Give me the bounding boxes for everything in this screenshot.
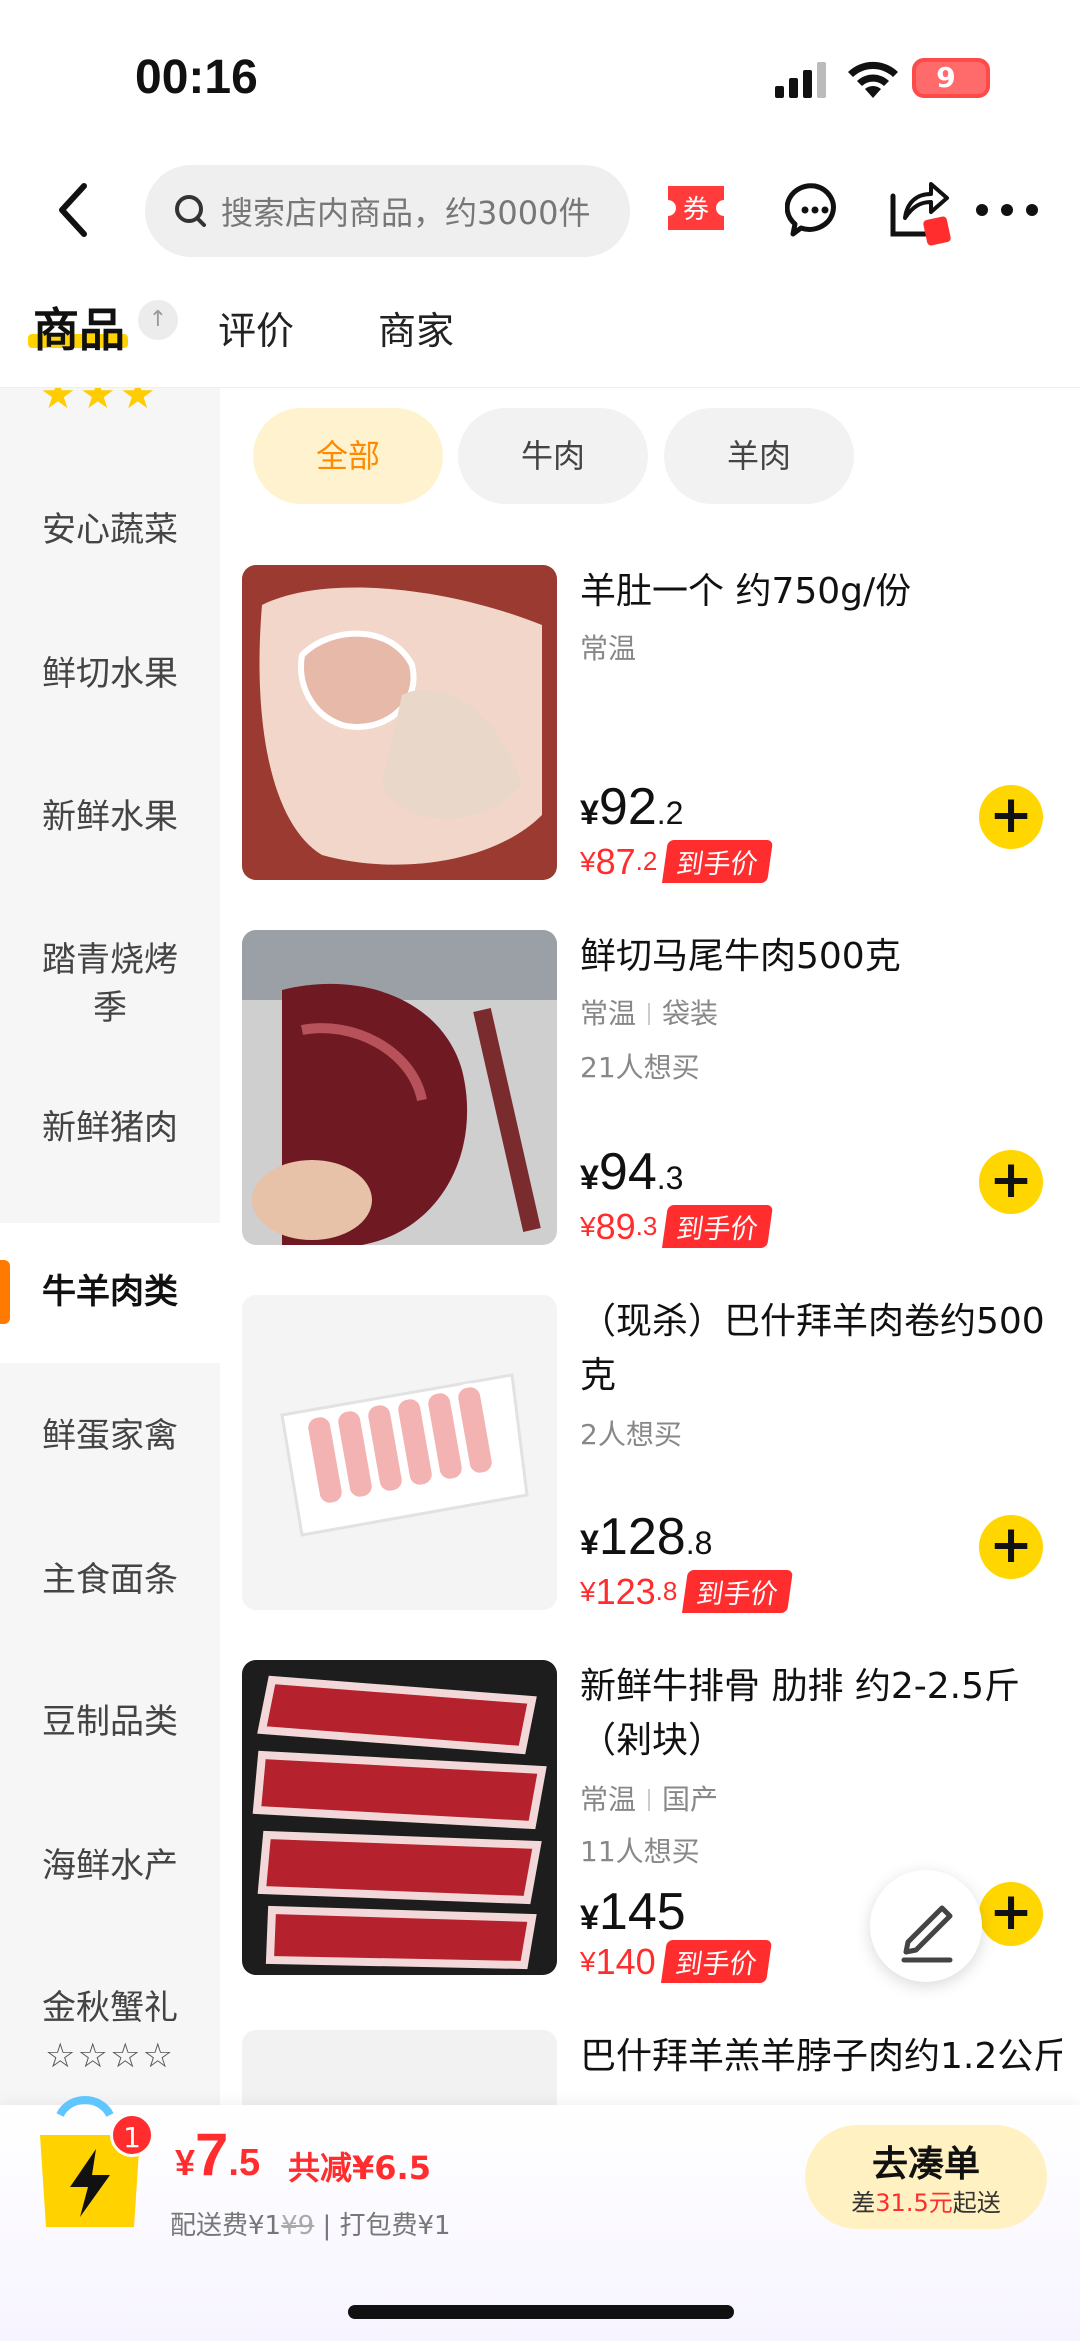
sidebar-item[interactable]: 鲜蛋家禽	[0, 1412, 220, 1460]
product-image[interactable]	[242, 1295, 557, 1610]
product-name: 鲜切马尾牛肉500克	[580, 936, 901, 977]
chat-icon[interactable]	[785, 180, 845, 240]
coupon-icon[interactable]: 券	[662, 180, 730, 238]
product-price: ¥145	[580, 1883, 686, 1941]
sidebar-item[interactable]: 踏青烧烤季	[0, 936, 220, 1032]
filter-chip-all[interactable]: 全部	[253, 408, 443, 504]
add-more-button[interactable]: 去凑单 差31.5元起送	[805, 2125, 1047, 2229]
final-price-badge: 到手价	[662, 1205, 774, 1248]
pencil-icon	[901, 1905, 953, 1963]
product-tag: 国产	[662, 1783, 719, 1816]
product-final-price: ¥89.3 到手价	[580, 1205, 774, 1248]
product-image[interactable]	[242, 2030, 557, 2105]
add-to-cart-button[interactable]: +	[979, 1882, 1043, 1946]
add-more-label: 去凑单	[871, 2144, 980, 2185]
product-card[interactable]: （现杀）巴什拜羊肉卷约500克 2人想买 ¥128.8 ¥123.8 到手价 +	[242, 1295, 1062, 1615]
stars-decoration-icon: ★★★	[40, 388, 160, 418]
product-tag: 袋装	[662, 997, 719, 1030]
share-icon[interactable]	[885, 178, 957, 248]
product-price: ¥92.2	[580, 778, 684, 836]
final-price-badge: 到手价	[682, 1570, 794, 1613]
product-image[interactable]	[242, 1660, 557, 1975]
product-card[interactable]: 羊肚一个 约750g/份 常温 ¥92.2 ¥87.2 到手价 +	[242, 565, 1062, 885]
wifi-icon	[848, 61, 898, 98]
product-card[interactable]: 巴什拜羊羔羊脖子肉约1.2公斤一个	[242, 2030, 1062, 2105]
product-want-count: 11人想买	[580, 1835, 700, 1868]
pin-top-icon[interactable]: ↑	[138, 300, 178, 340]
product-image[interactable]	[242, 565, 557, 880]
search-placeholder: 搜索店内商品，约3000件	[221, 194, 591, 232]
sidebar-item-label: 金秋蟹礼	[42, 1988, 178, 2028]
edit-button[interactable]	[870, 1870, 982, 1982]
sidebar-item-active[interactable]: 牛羊肉类	[0, 1268, 220, 1316]
stars-icon: ☆☆☆☆	[45, 2036, 175, 2076]
store-tabs: 商品 ↑ 评价 商家	[0, 270, 1080, 388]
packing-fee: 打包费¥1	[339, 2211, 451, 2241]
add-to-cart-button[interactable]: +	[979, 1515, 1043, 1579]
product-name: 新鲜牛排骨 肋排 约2-2.5斤（剁块）	[580, 1666, 1021, 1761]
sidebar-item[interactable]: 主食面条	[0, 1556, 220, 1604]
product-tags: 常温 袋装	[580, 992, 718, 1032]
product-final-price: ¥140 到手价	[580, 1940, 772, 1983]
product-tag: 常温	[580, 632, 637, 665]
tab-goods[interactable]: 商品	[33, 294, 125, 360]
status-bar: 00:16 9	[0, 0, 1080, 150]
delivery-fee-original: ¥9	[281, 2211, 315, 2241]
search-bar[interactable]: 搜索店内商品，约3000件	[145, 165, 630, 257]
product-name: 巴什拜羊羔羊脖子肉约1.2公斤一个	[580, 2036, 1062, 2077]
tab-merchant[interactable]: 商家	[378, 300, 454, 355]
more-icon[interactable]	[972, 195, 1042, 225]
final-price-badge: 到手价	[662, 840, 774, 883]
sidebar-item[interactable]: 金秋蟹礼 ☆☆☆☆	[0, 1984, 220, 2080]
sidebar-item[interactable]: 新鲜猪肉	[0, 1104, 220, 1152]
product-tags: 常温	[580, 627, 636, 667]
delivery-fee: 配送费¥1	[170, 2211, 282, 2241]
add-to-cart-button[interactable]: +	[979, 1150, 1043, 1214]
product-tag: 常温	[580, 1783, 637, 1816]
final-price-badge: 到手价	[660, 1940, 772, 1983]
product-tag: 常温	[580, 997, 637, 1030]
home-indicator	[348, 2305, 734, 2319]
sidebar-item[interactable]: 安心蔬菜	[0, 506, 220, 554]
product-want-count: 2人想买	[580, 1418, 682, 1451]
product-image[interactable]	[242, 930, 557, 1245]
tab-reviews[interactable]: 评价	[218, 300, 294, 355]
category-sidebar: ★★★ 安心蔬菜 鲜切水果 新鲜水果 踏青烧烤季 新鲜猪肉 牛羊肉类 鲜蛋家禽 …	[0, 388, 220, 2113]
signal-icon	[775, 62, 826, 98]
sidebar-item[interactable]: 鲜切水果	[0, 650, 220, 698]
status-time: 00:16	[135, 51, 258, 104]
battery-level: 9	[936, 61, 956, 94]
product-final-price: ¥123.8 到手价	[580, 1570, 794, 1613]
back-icon[interactable]	[52, 180, 96, 240]
product-price: ¥94.3	[580, 1143, 684, 1201]
cart-total-price: ¥7.5	[175, 2121, 261, 2188]
top-nav: 搜索店内商品，约3000件 券	[0, 150, 1080, 270]
filter-chip-beef[interactable]: 牛肉	[458, 408, 648, 504]
coupon-label: 券	[683, 195, 709, 225]
battery-icon: 9	[912, 58, 990, 98]
product-price: ¥128.8	[580, 1508, 713, 1566]
cart-count-badge: 1	[110, 2113, 154, 2157]
product-card[interactable]: 鲜切马尾牛肉500克 常温 袋装 21人想买 ¥94.3 ¥89.3 到手价 +	[242, 930, 1062, 1250]
search-icon	[175, 195, 206, 227]
product-name: 羊肚一个 约750g/份	[580, 571, 912, 612]
product-name: （现杀）巴什拜羊肉卷约500克	[580, 1301, 1045, 1396]
product-want-count: 21人想买	[580, 1051, 700, 1084]
sidebar-item[interactable]: 豆制品类	[0, 1698, 220, 1746]
cart-discount: 共减¥6.5	[288, 2149, 431, 2187]
cart-fees: 配送费¥1¥9 | 打包费¥1	[170, 2211, 451, 2241]
sidebar-item[interactable]: 海鲜水产	[0, 1842, 220, 1890]
sidebar-item[interactable]: 新鲜水果	[0, 793, 220, 841]
filter-chip-lamb[interactable]: 羊肉	[664, 408, 854, 504]
add-to-cart-button[interactable]: +	[979, 785, 1043, 849]
product-tags: 常温 国产	[580, 1778, 718, 1818]
min-order-hint: 差31.5元起送	[851, 2189, 1001, 2217]
product-final-price: ¥87.2 到手价	[580, 840, 774, 883]
